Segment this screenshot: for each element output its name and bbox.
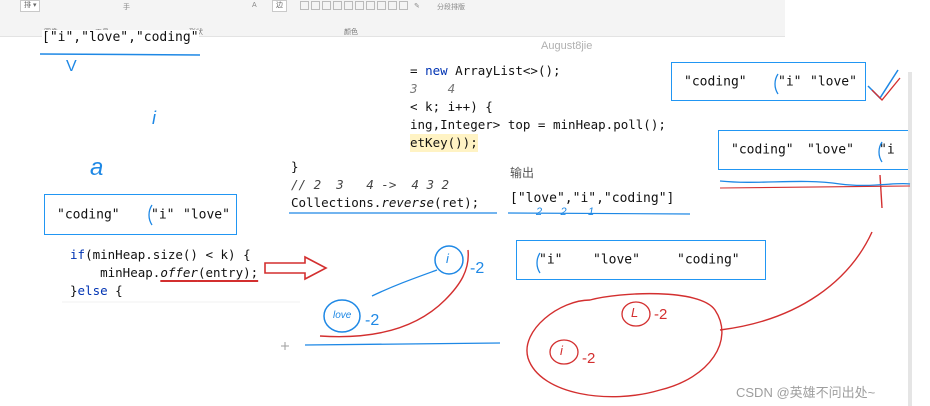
code-block-slide2: = new ArrayList<>(); 3 4 < k; i++) {ing,In… (410, 62, 666, 152)
red-circle-label-l: L (631, 305, 639, 320)
output-array: ["love","i","coding"] (510, 191, 675, 206)
swatch[interactable] (322, 1, 331, 10)
swatch[interactable] (333, 1, 342, 10)
ink-wavy (719, 180, 911, 187)
handwritten-alpha: a (90, 154, 104, 181)
code-text: = (410, 63, 426, 78)
author-watermark: August8jie (541, 40, 593, 52)
vertical-scrollbar[interactable] (908, 72, 912, 406)
heap-box-right-top: "coding" "i" "love" (671, 62, 866, 101)
ribbon-item-section[interactable]: ✎ (414, 2, 420, 10)
code-line: minHeap.offer(entry); (70, 264, 258, 282)
heap-item: "i" (151, 207, 175, 222)
ribbon-item-layout[interactable]: 分段排版 (437, 2, 465, 12)
count-i: -2 (470, 260, 485, 277)
ribbon-button-border[interactable]: 边 (272, 0, 287, 12)
code-comment: // 2 3 4 -> 4 3 2 (291, 177, 450, 192)
swatch[interactable] (344, 1, 353, 10)
swatch[interactable] (311, 1, 320, 10)
code-line: } (291, 159, 299, 174)
code-text: (ret); (434, 195, 480, 210)
heap-item: "coding" (57, 207, 120, 222)
code-text: minHeap. (70, 265, 161, 280)
heap-item: "i (879, 142, 895, 158)
code-text: (minHeap.size() < k) { (85, 247, 251, 262)
ink-connector (371, 269, 438, 297)
code-line: }else { (70, 282, 258, 300)
bubble-label-love: love (333, 310, 352, 321)
handwritten-frequencies: 2 2 1 (536, 206, 595, 218)
code-line: if(minHeap.size() < k) { (70, 246, 258, 264)
swatch[interactable] (399, 1, 408, 10)
code-text: { (107, 283, 123, 298)
code-text: ArrayList<>(); (447, 63, 561, 78)
ink-bubble-i (434, 245, 464, 275)
ribbon-button-arrange[interactable]: 排 ▾ (20, 0, 41, 12)
handwritten-check-v: V (66, 58, 77, 75)
crosshair-cursor-icon (281, 342, 289, 350)
ribbon-button-label: 排 (24, 2, 31, 9)
count-love: -2 (365, 312, 380, 329)
heap-item: "love" (807, 142, 854, 158)
ink-red-arrow-shaft (879, 174, 883, 209)
heap-box-output: "i" "love" "coding" (516, 240, 766, 280)
code-keyword: if (70, 247, 86, 262)
csdn-watermark: CSDN @英雄不问出处~ (736, 385, 876, 400)
swatch[interactable] (300, 1, 309, 10)
swatch[interactable] (377, 1, 386, 10)
heap-item: "coding" (684, 74, 747, 89)
handwritten-i: i (152, 108, 156, 128)
red-circle-label-i: i (560, 343, 563, 358)
code-keyword: new (425, 63, 448, 78)
output-label: 输出 (510, 166, 535, 180)
ink-underline (39, 53, 201, 56)
heap-box-right-second: "coding" "love" "i (718, 130, 910, 170)
ribbon-button-label: 边 (276, 2, 283, 9)
ink-red-circle-i (549, 339, 579, 365)
code-text: (entry); (197, 265, 259, 280)
code-keyword: else (77, 283, 108, 298)
heap-item: "coding" (677, 252, 740, 268)
swatch[interactable] (388, 1, 397, 10)
color-swatch-row[interactable] (300, 1, 408, 10)
ink-red-line (719, 185, 911, 189)
code-line: < k; i++) { (410, 99, 493, 114)
heap-item: "coding" (731, 142, 794, 158)
code-line-highlighted: etKey()); (410, 134, 478, 152)
code-line: = new ArrayList<>(); (410, 62, 666, 80)
ribbon-group-color: 颜色 (344, 29, 358, 36)
heap-item: "love" (810, 74, 857, 89)
red-count-i: -2 (582, 350, 596, 367)
code-line: ing,Integer> top = minHeap.poll(); (410, 117, 666, 132)
bubble-label-i: i (446, 251, 449, 266)
ribbon-item-hand[interactable]: 手 (123, 2, 130, 12)
ink-check (867, 69, 899, 100)
array-input-partial: ["i","love","coding" (42, 30, 199, 45)
arrow-right-icon (264, 255, 328, 281)
heap-item: "i" (778, 74, 802, 89)
ribbon-item-text[interactable]: A (252, 2, 257, 9)
swatch[interactable] (366, 1, 375, 10)
heap-item: "love" (593, 252, 640, 268)
code-method: offer (160, 265, 198, 280)
code-comment-faint: 3 4 (410, 81, 456, 96)
code-method: reverse (381, 195, 434, 210)
ink-baseline (304, 342, 501, 346)
red-count-l: -2 (654, 306, 668, 323)
heap-item: "love" (183, 207, 230, 222)
ink-check-red (871, 77, 901, 101)
swatch[interactable] (355, 1, 364, 10)
code-text: } (70, 283, 78, 298)
heap-box-slide1: "coding" "i" "love" (44, 194, 237, 235)
code-block-slide2-lower: } // 2 3 4 -> 4 3 2 Collections.reverse(re… (291, 158, 479, 212)
ink-red-loop (526, 292, 723, 398)
code-text: Collections. (291, 195, 382, 210)
code-block-slide1: if(minHeap.size() < k) { minHeap.offer(e… (70, 246, 258, 300)
heap-item: "i" (539, 252, 563, 268)
